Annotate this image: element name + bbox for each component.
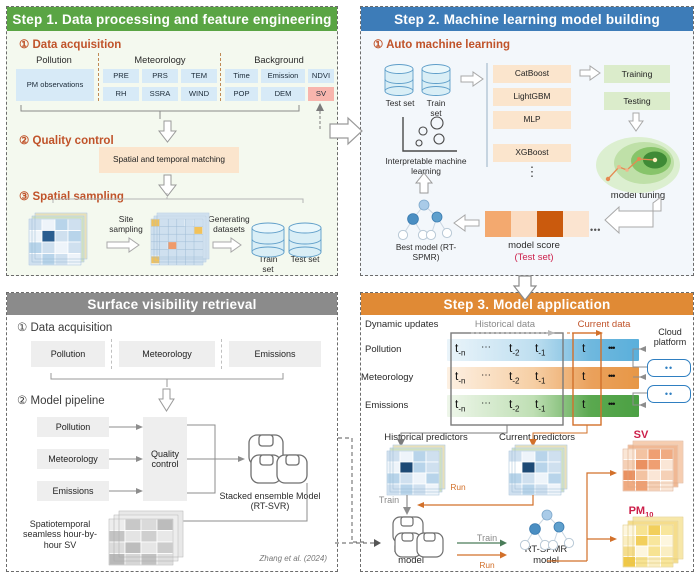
arrow-step2-to-step3 (512, 275, 538, 301)
arrow-step1-to-step2 (329, 116, 363, 146)
inter-panel-connectors (329, 116, 538, 543)
figure-root: Step 1. Data processing and feature engi… (0, 0, 700, 578)
connector-svr-to-step3 (338, 437, 366, 543)
